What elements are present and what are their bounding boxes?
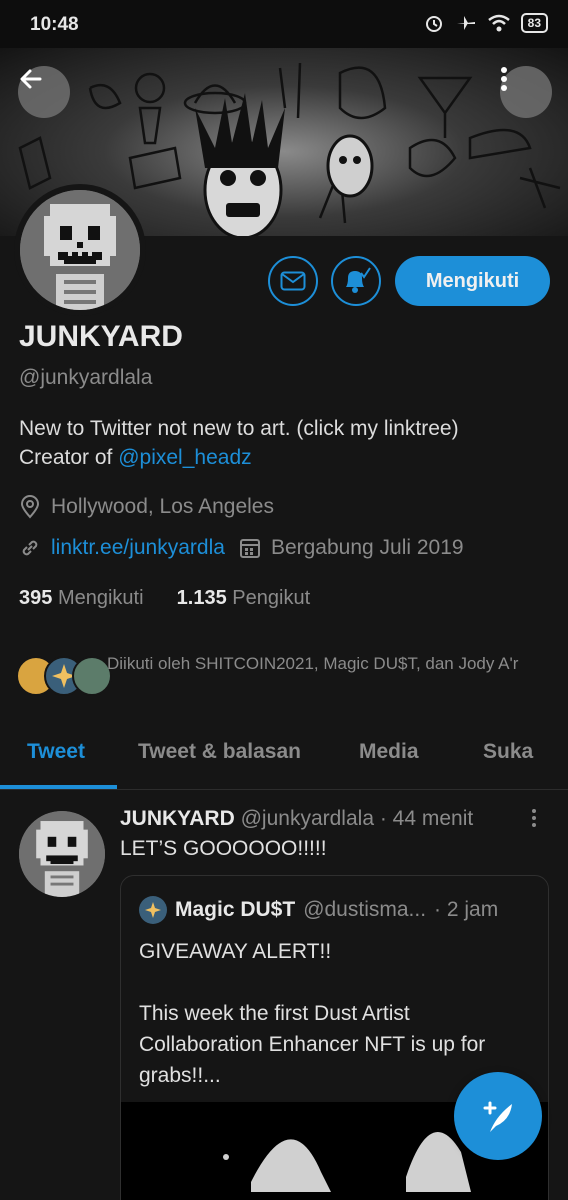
followers-stat[interactable]: 1.135 Pengikut: [177, 587, 310, 609]
link-icon: [22, 540, 38, 556]
quoted-author-handle: @dustisma...: [303, 898, 427, 921]
tab-tweet-replies[interactable]: Tweet & balasan: [138, 740, 301, 764]
quoted-author-avatar: [139, 896, 167, 924]
website-joined-row: linktr.ee/junkyardla Bergabung Juli 2019: [19, 536, 464, 560]
followed-by-text: Diikuti oleh SHITCOIN2021, Magic DU$T, d…: [107, 654, 519, 673]
tab-media[interactable]: Media: [359, 740, 419, 764]
tweet-time: · 44 menit: [379, 807, 474, 830]
status-icons: 83: [423, 12, 548, 34]
followed-by-row[interactable]: Diikuti oleh SHITCOIN2021, Magic DU$T, d…: [16, 652, 556, 702]
battery-indicator: 83: [520, 13, 548, 33]
message-button[interactable]: [268, 256, 318, 306]
notifications-button[interactable]: [331, 256, 381, 306]
profile-avatar[interactable]: [14, 184, 146, 316]
following-button[interactable]: Mengikuti: [395, 256, 550, 306]
tweet-header: JUNKYARD @junkyardlala · 44 menit: [120, 807, 473, 831]
more-vertical-icon: [501, 67, 507, 91]
sparkle-icon: [145, 902, 161, 918]
airplane-icon: [456, 16, 475, 30]
quoted-tweet-text: GIVEAWAY ALERT!! This week the first Dus…: [139, 940, 486, 1087]
pixel-skull-avatar-small: [19, 811, 105, 897]
quoted-tweet-header: Magic DU$T @dustisma... · 2 jam: [139, 896, 498, 924]
website-link[interactable]: linktr.ee/junkyardla: [51, 536, 225, 560]
profile-bio: New to Twitter not new to art. (click my…: [19, 414, 549, 472]
bell-icon: [346, 267, 371, 293]
calendar-icon: [239, 539, 260, 558]
tab-likes[interactable]: Suka: [483, 740, 533, 764]
follow-counts: 395 Mengikuti 1.135 Pengikut: [19, 587, 310, 610]
location-row: Hollywood, Los Angeles: [19, 495, 274, 519]
pixel-skull-avatar: [20, 190, 140, 310]
followers-label: Pengikut: [232, 587, 311, 609]
status-time: 10:48: [30, 14, 79, 35]
alarm-icon: [425, 16, 442, 32]
bio-line: New to Twitter not new to art. (click my…: [19, 417, 459, 440]
location-text: Hollywood, Los Angeles: [51, 495, 274, 518]
bio-creator-line: Creator of @pixel_headz: [19, 443, 549, 472]
bio-prefix: Creator of: [19, 446, 119, 469]
joined-text: Bergabung Juli 2019: [270, 536, 464, 559]
profile-handle: @junkyardlala: [19, 366, 153, 389]
following-count: 395: [19, 587, 53, 609]
profile-tabs: Tweet Tweet & balasan Media Suka: [0, 728, 568, 790]
followers-count: 1.135: [176, 587, 227, 609]
location-icon: [20, 495, 40, 519]
back-arrow-icon: [20, 69, 42, 89]
more-options-button[interactable]: [500, 66, 552, 118]
follower-avatar-jody: [72, 656, 112, 696]
following-stat[interactable]: 395 Mengikuti: [19, 587, 144, 609]
compose-tweet-button[interactable]: [454, 1072, 542, 1160]
compose-icon: [483, 1101, 512, 1132]
tab-tweet[interactable]: Tweet: [27, 740, 85, 764]
back-button[interactable]: [18, 66, 70, 118]
profile-name: JUNKYARD: [19, 320, 183, 353]
wifi-icon: [487, 14, 510, 32]
active-tab-indicator: [0, 785, 117, 789]
following-label: Mengikuti: [57, 587, 144, 609]
status-bar: 10:48 83: [0, 0, 568, 48]
tweet-author-name[interactable]: JUNKYARD: [120, 807, 235, 830]
quoted-author-name: Magic DU$T: [175, 898, 296, 921]
mail-icon: [280, 271, 306, 291]
tweet-author-handle: @junkyardlala: [240, 807, 374, 830]
tweet-author-avatar[interactable]: [19, 811, 105, 897]
quoted-time: · 2 jam: [434, 898, 499, 921]
bio-mention-link[interactable]: @pixel_headz: [118, 446, 251, 469]
tweet-more-button[interactable]: [532, 809, 540, 830]
tweet-text: LET’S GOOOOOO!!!!!: [120, 837, 327, 860]
